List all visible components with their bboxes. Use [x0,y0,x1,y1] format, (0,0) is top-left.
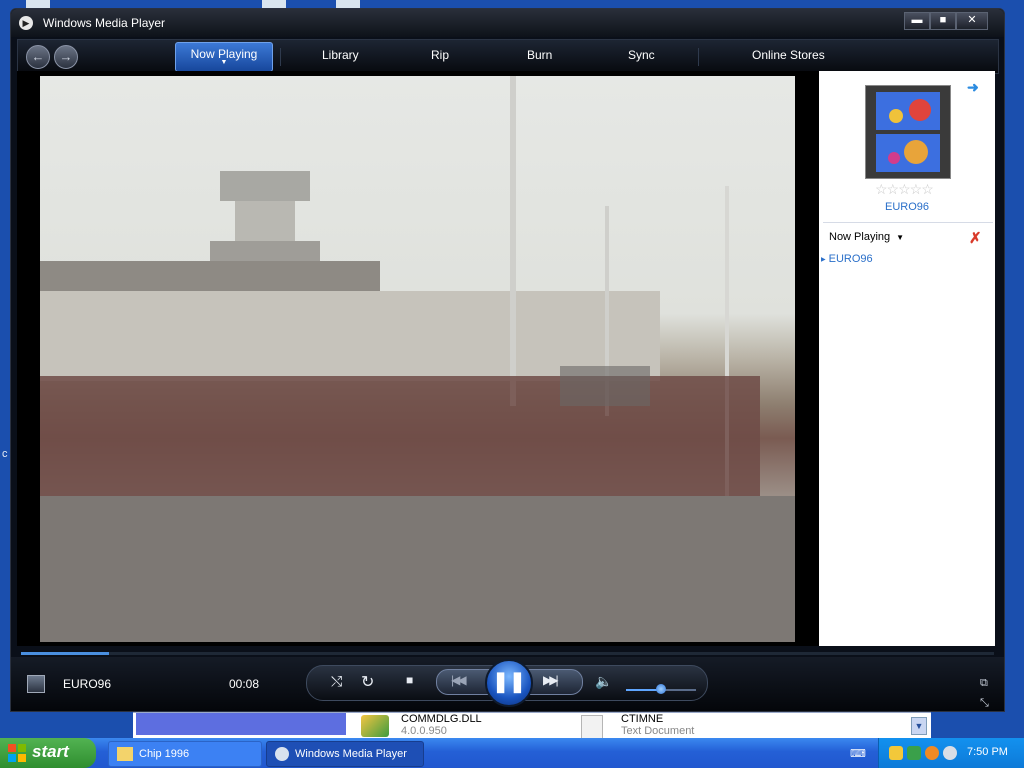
divider [698,48,699,66]
playlist-item-label: EURO96 [828,253,873,265]
file-version: 4.0.0.950 [401,725,447,737]
speaker-icon[interactable]: 🔈 [595,673,612,690]
now-playing-list-dropdown[interactable]: Now Playing ▼ [829,231,904,243]
scroll-down-button[interactable]: ▼ [911,717,927,735]
video-frame[interactable] [40,76,795,642]
minimize-button[interactable]: ▬ [904,12,930,30]
security-shield-icon[interactable] [889,746,903,760]
playlist-item[interactable]: ▶ EURO96 [821,253,873,265]
full-screen-icon[interactable]: ⤡ [980,697,989,710]
tab-online-stores[interactable]: Online Stores [752,48,825,62]
tab-rip[interactable]: Rip [431,48,449,62]
shuffle-icon[interactable]: ⤭ [331,673,342,690]
close-button[interactable]: ✕ [956,12,988,30]
dll-file-icon[interactable] [361,715,389,737]
hide-pane-arrow-icon[interactable]: ➜ [967,79,979,96]
stop-icon[interactable]: ■ [406,673,413,687]
selection-highlight [136,713,346,735]
tab-now-playing[interactable]: Now Playing ▼ [175,42,273,72]
repeat-icon[interactable]: ↻ [361,672,374,692]
document-type: Text Document [621,725,695,737]
title-bar[interactable]: ▶ Windows Media Player ▬ ■ ✕ [11,9,1004,37]
task-bar-tabs: ← → Now Playing ▼ Library Rip Burn Sync … [17,39,999,74]
maximize-button[interactable]: ■ [930,12,956,30]
network-icon[interactable] [907,746,921,760]
pause-icon: ❚❚ [492,671,526,693]
taskbar-button-media-player[interactable]: Windows Media Player [266,741,424,767]
media-player-tray-icon[interactable] [943,746,957,760]
taskbar-button-chip-1996[interactable]: Chip 1996 [108,741,262,767]
chevron-down-icon: ▼ [896,233,905,242]
clock[interactable]: 7:50 PM [967,746,1008,758]
taskbar: start Chip 1996 Windows Media Player ⌨ 7… [0,738,1024,768]
tab-burn[interactable]: Burn [527,48,552,62]
system-tray: 7:50 PM [878,738,1024,768]
media-player-icon[interactable]: ▶ [19,16,33,30]
media-player-icon [275,747,289,762]
task-label: Chip 1996 [139,748,190,760]
tab-library[interactable]: Library [322,48,359,62]
search-icon[interactable] [925,746,939,760]
background-window: COMMDLG.DLL 4.0.0.950 CTIMNE Text Docume… [133,712,931,739]
playlist-pane: ➜ ☆☆☆☆☆ EURO96 Now Playing ▼ ✗ ▶ EURO96 [819,71,995,646]
video-thumbnail-icon [27,675,45,693]
current-media-title: EURO96 [63,677,112,691]
start-button[interactable]: start [0,738,96,768]
seek-progress [21,652,109,655]
list-name: Now Playing [829,231,891,243]
rating-stars[interactable]: ☆☆☆☆☆ [875,181,934,198]
text-document-icon[interactable] [581,715,603,739]
tab-sync[interactable]: Sync [628,48,655,62]
document-name[interactable]: CTIMNE [621,713,663,725]
file-name[interactable]: COMMDLG.DLL [401,713,482,725]
video-scene-graphic [40,76,795,642]
forward-arrow-icon[interactable]: → [54,45,78,69]
playback-controls: EURO96 00:08 ⤭ ↻ ■ |◀◀ ▶▶| ❚❚ 🔈 ⧉ ⤡ [11,657,1004,711]
seek-bar[interactable] [21,652,994,655]
playing-indicator-icon: ▶ [821,257,826,263]
media-player-window: ▶ Windows Media Player ▬ ■ ✕ ← → Now Pla… [10,8,1005,712]
previous-icon[interactable]: |◀◀ [451,673,466,687]
task-label: Windows Media Player [295,748,407,760]
folder-icon [117,747,133,762]
album-art-thumbnail[interactable] [865,85,951,179]
windows-logo-icon [8,744,26,762]
volume-knob[interactable] [656,684,666,694]
pause-button[interactable]: ❚❚ [485,659,533,707]
next-icon[interactable]: ▶▶| [543,673,558,687]
elapsed-time[interactable]: 00:08 [229,677,259,691]
clear-list-icon[interactable]: ✗ [969,229,982,247]
desktop-edge-glyph: c [2,448,8,460]
switch-to-skin-icon[interactable]: ⧉ [980,677,988,690]
volume-slider[interactable] [626,684,696,694]
album-title-link[interactable]: EURO96 [819,201,995,213]
back-arrow-icon[interactable]: ← [26,45,50,69]
start-label: start [32,742,69,761]
divider [823,222,993,223]
divider [280,48,281,66]
keyboard-icon[interactable]: ⌨ [850,747,866,760]
video-display[interactable] [17,71,819,646]
window-title: Windows Media Player [43,16,166,30]
